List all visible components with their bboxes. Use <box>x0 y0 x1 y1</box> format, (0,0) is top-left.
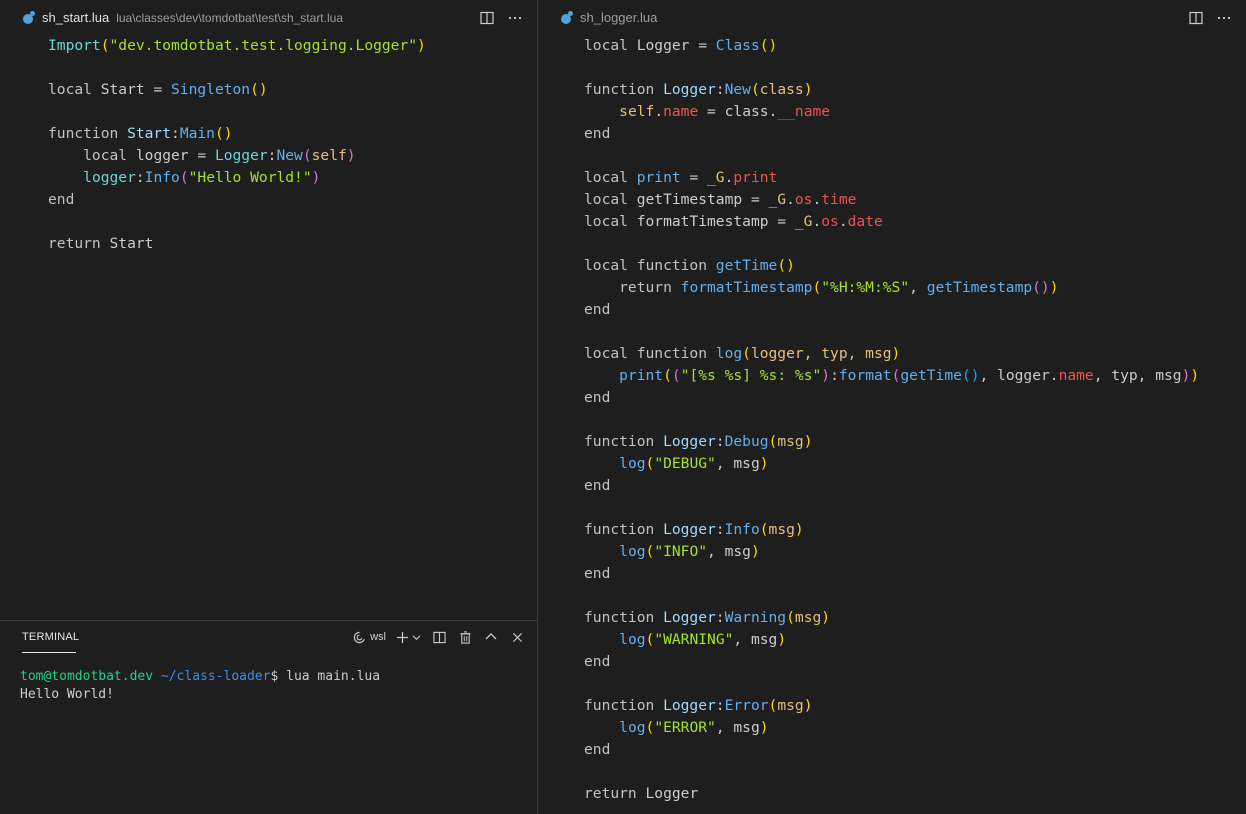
split-editor-icon[interactable] <box>479 10 495 26</box>
plus-icon <box>396 631 409 643</box>
close-icon[interactable] <box>509 629 525 645</box>
maximize-panel-icon[interactable] <box>483 629 499 645</box>
terminal-header: TERMINAL wsl <box>0 621 537 655</box>
active-tab-indicator <box>22 652 76 653</box>
code-line: return Logger <box>584 785 699 802</box>
tab-label: sh_start.lua <box>42 10 110 25</box>
terminal-output-line: Hello World! <box>20 687 114 702</box>
code-line: end <box>48 191 75 208</box>
code-line: print(("[%s %s] %s: %s"):format(getTime(… <box>619 367 1200 384</box>
lua-icon <box>22 10 36 25</box>
tab-terminal[interactable]: TERMINAL <box>22 631 79 643</box>
tab-sh-start[interactable]: sh_start.lua lua\classes\dev\tomdotbat\t… <box>0 0 343 35</box>
code-line: end <box>584 653 611 670</box>
right-editor-actions <box>1188 0 1232 35</box>
split-terminal-icon[interactable] <box>431 629 447 645</box>
code-line: log("INFO", msg) <box>619 543 760 560</box>
tab-path: lua\classes\dev\tomdotbat\test\sh_start.… <box>116 10 343 25</box>
code-line: end <box>584 389 611 406</box>
prompt-command: lua main.lua <box>286 669 381 684</box>
terminal-shell-selector[interactable]: wsl <box>353 631 386 644</box>
right-editor-group: sh_logger.lua local Logger = Class() fun… <box>538 0 1246 814</box>
code-line: function Logger:New(class) <box>584 81 813 98</box>
left-tab-bar: sh_start.lua lua\classes\dev\tomdotbat\t… <box>0 0 537 35</box>
prompt-path: ~/class-loader <box>153 669 271 684</box>
code-line: local print = _G.print <box>584 169 778 186</box>
code-line: Import("dev.tomdotbat.test.logging.Logge… <box>48 37 426 54</box>
code-line: end <box>584 565 611 582</box>
tab-sh-logger[interactable]: sh_logger.lua <box>538 0 657 35</box>
prompt-user: tom@tomdotbat.dev <box>20 669 154 684</box>
code-line: function Logger:Warning(msg) <box>584 609 831 626</box>
code-line: log("ERROR", msg) <box>619 719 769 736</box>
code-line: self.name = class.__name <box>619 103 831 120</box>
code-editor-right[interactable]: local Logger = Class() function Logger:N… <box>538 35 1246 805</box>
terminal-output[interactable]: tom@tomdotbat.dev ~/class-loader$ lua ma… <box>20 668 380 704</box>
code-line: local Logger = Class() <box>584 37 778 54</box>
more-actions-icon[interactable] <box>1216 10 1232 26</box>
code-line: return Start <box>48 235 154 252</box>
code-line: function Logger:Error(msg) <box>584 697 813 714</box>
code-line: log("DEBUG", msg) <box>619 455 769 472</box>
code-line: end <box>584 477 611 494</box>
code-line: end <box>584 125 611 142</box>
code-line: function Logger:Debug(msg) <box>584 433 813 450</box>
code-line: local Start = Singleton() <box>48 81 268 98</box>
more-actions-icon[interactable] <box>507 10 523 26</box>
code-line: end <box>584 741 611 758</box>
tab-label: sh_logger.lua <box>580 10 658 25</box>
lua-icon <box>560 10 574 25</box>
left-editor-group: sh_start.lua lua\classes\dev\tomdotbat\t… <box>0 0 537 814</box>
chevron-down-icon <box>412 634 421 640</box>
code-line: local logger = Logger:New(self) <box>48 147 356 164</box>
terminal-panel: TERMINAL wsl tom@tomdotbat.dev ~/class-l… <box>0 620 537 814</box>
code-line: log("WARNING", msg) <box>619 631 787 648</box>
code-line: end <box>584 301 611 318</box>
code-line: local function log(logger, typ, msg) <box>584 345 901 362</box>
code-editor-left[interactable]: Import("dev.tomdotbat.test.logging.Logge… <box>0 35 537 255</box>
code-line: return formatTimestamp("%H:%M:%S", getTi… <box>584 279 1059 296</box>
code-line: local function getTime() <box>584 257 795 274</box>
debian-icon <box>353 631 366 643</box>
right-tab-bar: sh_logger.lua <box>538 0 1246 35</box>
shell-label: wsl <box>370 631 386 643</box>
terminal-prompt-line: tom@tomdotbat.dev ~/class-loader$ lua ma… <box>20 668 380 686</box>
trash-icon[interactable] <box>457 629 473 645</box>
code-line: function Start:Main() <box>48 125 233 142</box>
left-editor-actions <box>479 0 523 35</box>
code-line: function Logger:Info(msg) <box>584 521 804 538</box>
terminal-actions: wsl <box>353 629 525 645</box>
split-editor-icon[interactable] <box>1188 10 1204 26</box>
new-terminal-button[interactable] <box>396 631 421 644</box>
code-line: local getTimestamp = _G.os.time <box>584 191 857 208</box>
code-line: local formatTimestamp = _G.os.date <box>584 213 883 230</box>
prompt-symbol: $ <box>270 669 287 684</box>
code-line: logger:Info("Hello World!") <box>83 169 321 186</box>
